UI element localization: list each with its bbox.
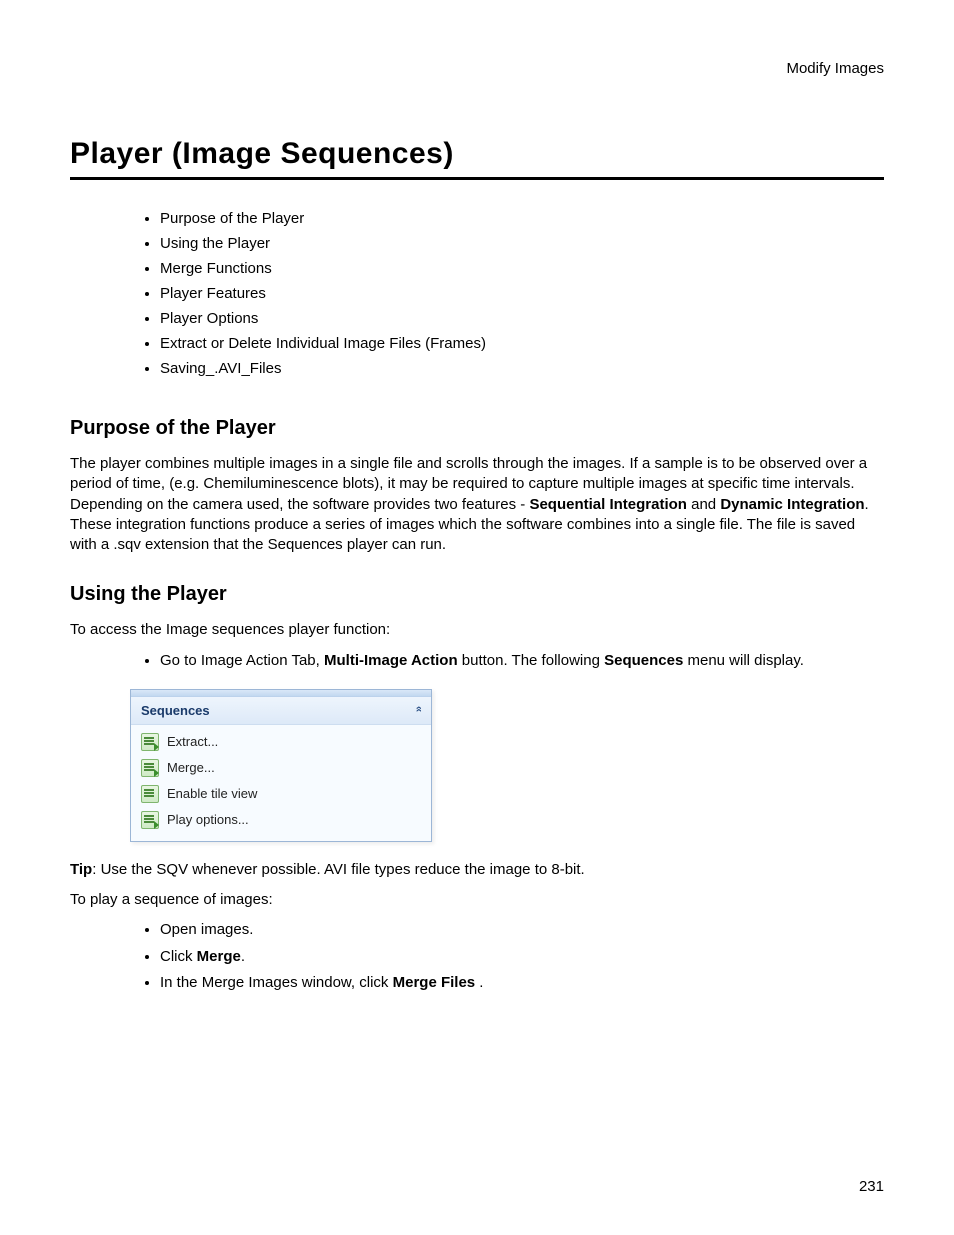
toc-item: Player Options	[160, 310, 884, 327]
tip-label: Tip	[70, 861, 92, 878]
toc-item: Saving_.AVI_Files	[160, 360, 884, 377]
tip-paragraph: Tip: Use the SQV whenever possible. AVI …	[70, 860, 884, 880]
menu-item-label: Extract...	[167, 734, 218, 749]
menu-item-extract[interactable]: Extract...	[137, 729, 425, 755]
menu-item-merge[interactable]: Merge...	[137, 755, 425, 781]
sequences-panel: Sequences » Extract... Merge... Enable t…	[130, 689, 432, 842]
play-steps: Open images. Click Merge. In the Merge I…	[70, 920, 884, 993]
text-bold: Merge	[197, 948, 241, 965]
toc-item: Purpose of the Player	[160, 210, 884, 227]
collapse-icon[interactable]: »	[413, 708, 425, 712]
text: Click	[160, 948, 197, 965]
text-bold: Merge Files	[393, 974, 476, 991]
panel-title: Sequences	[141, 703, 210, 718]
play-lead: To play a sequence of images:	[70, 890, 884, 910]
sequence-tile-icon	[141, 785, 159, 803]
using-lead: To access the Image sequences player fun…	[70, 620, 884, 640]
menu-item-label: Merge...	[167, 760, 215, 775]
panel-headbar	[131, 690, 431, 697]
page-number: 231	[859, 1178, 884, 1195]
menu-item-tile-view[interactable]: Enable tile view	[137, 781, 425, 807]
sequences-panel-wrap: Sequences » Extract... Merge... Enable t…	[130, 689, 884, 842]
text: and	[687, 496, 720, 513]
sequence-merge-icon	[141, 759, 159, 777]
sequence-play-icon	[141, 811, 159, 829]
menu-item-label: Play options...	[167, 812, 249, 827]
text: .	[241, 948, 245, 965]
sequence-extract-icon	[141, 733, 159, 751]
text: menu will display.	[683, 652, 804, 669]
text: Go to Image Action Tab,	[160, 652, 324, 669]
panel-body: Extract... Merge... Enable tile view Pla…	[131, 725, 431, 841]
text-bold: Dynamic Integration	[720, 496, 864, 513]
toc-list: Purpose of the Player Using the Player M…	[70, 210, 884, 377]
text: In the Merge Images window, click	[160, 974, 393, 991]
panel-header[interactable]: Sequences »	[131, 697, 431, 725]
text: .	[475, 974, 483, 991]
step-item: Go to Image Action Tab, Multi-Image Acti…	[160, 651, 884, 671]
title-rule	[70, 177, 884, 180]
menu-item-label: Enable tile view	[167, 786, 257, 801]
page: Modify Images Player (Image Sequences) P…	[0, 0, 954, 1235]
heading-using: Using the Player	[70, 583, 884, 606]
text-bold: Sequences	[604, 652, 683, 669]
step-item: Click Merge.	[160, 947, 884, 967]
text-bold: Sequential Integration	[529, 496, 687, 513]
using-steps: Go to Image Action Tab, Multi-Image Acti…	[70, 651, 884, 671]
purpose-paragraph: The player combines multiple images in a…	[70, 454, 884, 555]
toc-item: Extract or Delete Individual Image Files…	[160, 335, 884, 352]
text-bold: Multi-Image Action	[324, 652, 458, 669]
heading-purpose: Purpose of the Player	[70, 417, 884, 440]
header-section: Modify Images	[70, 60, 884, 77]
menu-item-play-options[interactable]: Play options...	[137, 807, 425, 833]
toc-item: Using the Player	[160, 235, 884, 252]
toc-item: Merge Functions	[160, 260, 884, 277]
toc-item: Player Features	[160, 285, 884, 302]
text: button. The following	[458, 652, 604, 669]
step-item: Open images.	[160, 920, 884, 940]
step-item: In the Merge Images window, click Merge …	[160, 973, 884, 993]
page-title: Player (Image Sequences)	[70, 137, 884, 171]
tip-text: : Use the SQV whenever possible. AVI fil…	[92, 861, 584, 878]
